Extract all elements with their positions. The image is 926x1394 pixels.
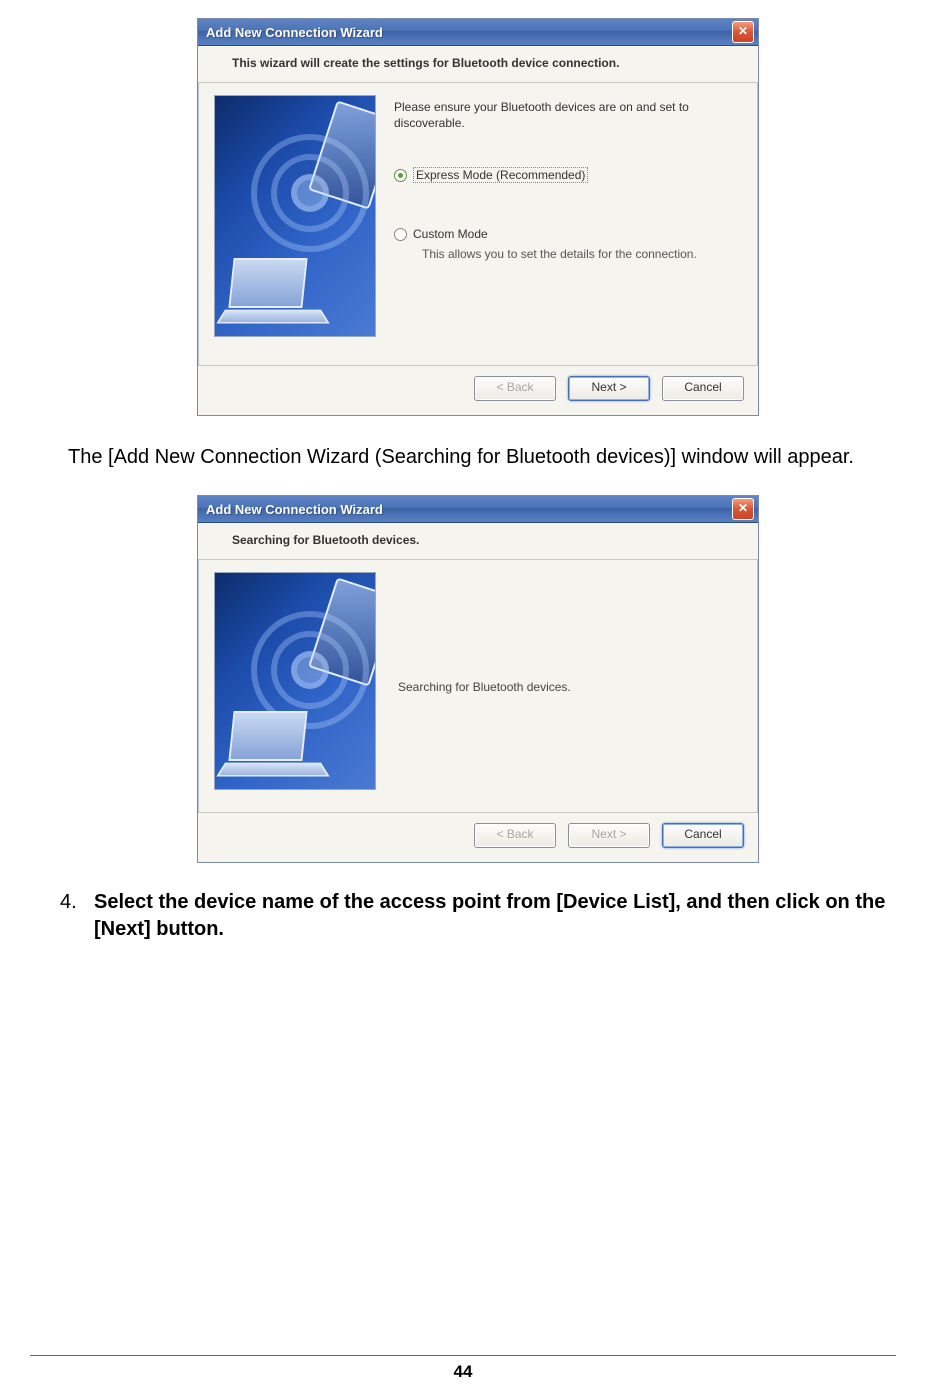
- back-button[interactable]: < Back: [474, 823, 556, 848]
- doc-paragraph: The [Add New Connection Wizard (Searchin…: [68, 444, 896, 471]
- step-number: 4.: [60, 889, 82, 943]
- radio-icon-checked: [394, 169, 407, 182]
- titlebar[interactable]: Add New Connection Wizard ✕: [198, 19, 758, 46]
- wizard-subheader: This wizard will create the settings for…: [198, 46, 758, 83]
- page-footer: 44: [0, 1355, 926, 1382]
- radio-label: Custom Mode: [413, 227, 488, 241]
- step-text: Select the device name of the access poi…: [94, 889, 896, 943]
- status-text: Searching for Bluetooth devices.: [394, 572, 742, 802]
- cancel-button[interactable]: Cancel: [662, 823, 744, 848]
- next-button[interactable]: Next >: [568, 823, 650, 848]
- page-number: 44: [0, 1362, 926, 1382]
- option-note: This allows you to set the details for t…: [422, 247, 742, 261]
- wizard-dialog-searching: Add New Connection Wizard ✕ Searching fo…: [197, 495, 759, 863]
- button-row: < Back Next > Cancel: [198, 812, 758, 862]
- wizard-side-graphic: [214, 572, 376, 790]
- wizard-subheader: Searching for Bluetooth devices.: [198, 523, 758, 560]
- titlebar[interactable]: Add New Connection Wizard ✕: [198, 496, 758, 523]
- close-icon[interactable]: ✕: [732, 498, 754, 520]
- next-button[interactable]: Next >: [568, 376, 650, 401]
- doc-step-4: 4. Select the device name of the access …: [60, 889, 896, 943]
- cancel-button[interactable]: Cancel: [662, 376, 744, 401]
- window-title: Add New Connection Wizard: [206, 502, 383, 517]
- back-button[interactable]: < Back: [474, 376, 556, 401]
- close-icon[interactable]: ✕: [732, 21, 754, 43]
- hint-text: Please ensure your Bluetooth devices are…: [394, 99, 742, 131]
- wizard-options: Please ensure your Bluetooth devices are…: [394, 95, 742, 355]
- window-title: Add New Connection Wizard: [206, 25, 383, 40]
- wizard-dialog-modes: Add New Connection Wizard ✕ This wizard …: [197, 18, 759, 416]
- button-row: < Back Next > Cancel: [198, 365, 758, 415]
- radio-custom-mode[interactable]: Custom Mode: [394, 227, 742, 241]
- radio-express-mode[interactable]: Express Mode (Recommended): [394, 167, 742, 183]
- radio-label: Express Mode (Recommended): [413, 167, 588, 183]
- wizard-side-graphic: [214, 95, 376, 337]
- radio-icon-unchecked: [394, 228, 407, 241]
- footer-rule: [30, 1355, 896, 1356]
- wizard-body: Please ensure your Bluetooth devices are…: [198, 83, 758, 365]
- wizard-body: Searching for Bluetooth devices.: [198, 560, 758, 812]
